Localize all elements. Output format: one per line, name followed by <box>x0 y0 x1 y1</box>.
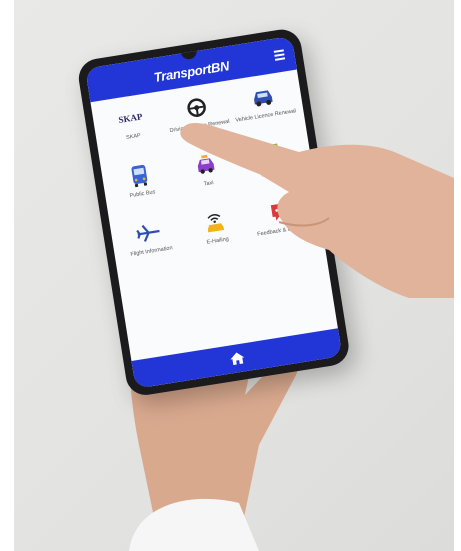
right-hand-pointing <box>180 123 454 298</box>
tile-flight-information[interactable]: Flight Information <box>116 216 183 260</box>
hamburger-menu-icon[interactable] <box>273 49 286 62</box>
bottom-nav <box>131 328 343 389</box>
camera-notch <box>180 49 198 61</box>
tile-skap[interactable]: SKAP SKAP <box>98 101 165 145</box>
tile-public-bus[interactable]: Public Bus <box>107 159 174 203</box>
photo: TransportBN SKAP SKAP Driving Licence Re… <box>14 0 454 551</box>
home-icon[interactable] <box>229 351 245 366</box>
